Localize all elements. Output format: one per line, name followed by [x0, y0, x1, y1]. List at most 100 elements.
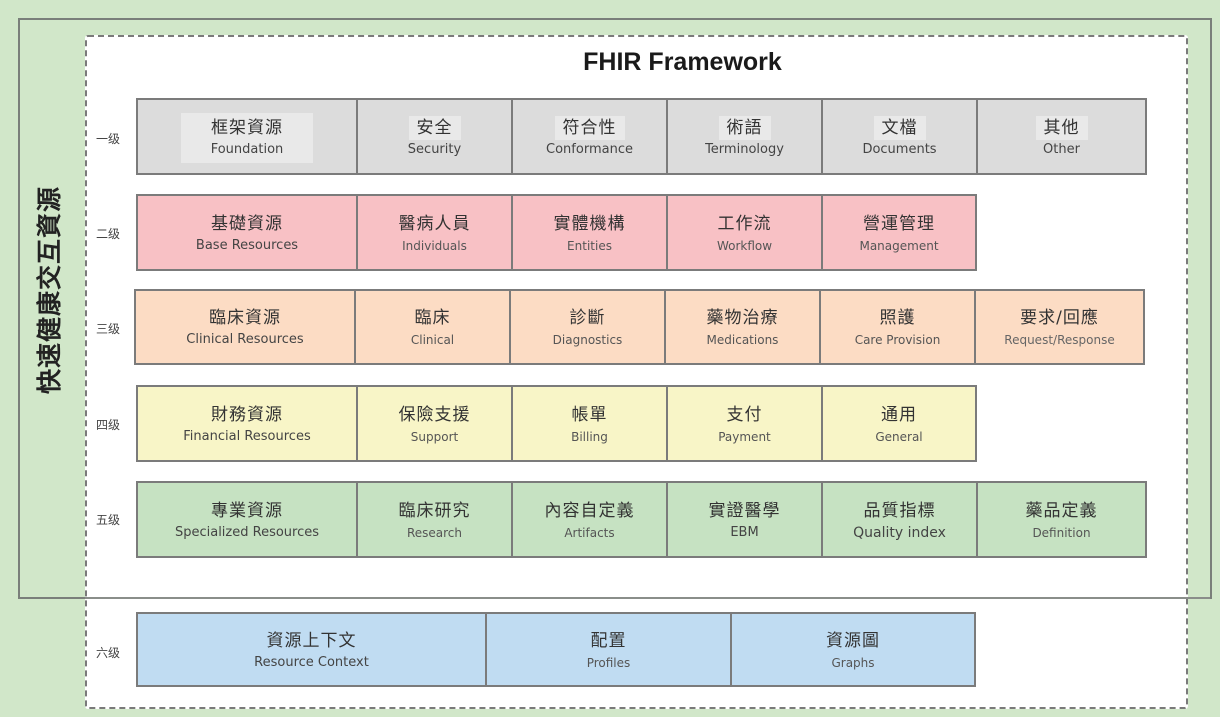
cell-resource-context[interactable]: 資源上下文 Resource Context: [138, 614, 487, 685]
cell-foundation[interactable]: 框架資源 Foundation: [138, 100, 358, 173]
level-label-4: 四级: [96, 418, 121, 432]
cell-zh: 其他: [1035, 115, 1088, 140]
cell-graphs[interactable]: 資源圖 Graphs: [732, 614, 974, 685]
cell-en: Payment: [718, 429, 771, 444]
cell-en: General: [875, 429, 923, 444]
cell-en: Graphs: [831, 655, 875, 670]
cell-zh: 專業資源: [211, 500, 283, 521]
cell-zh: 資源圖: [826, 630, 880, 651]
cell-en: Financial Resources: [183, 428, 311, 444]
cell-zh: 文檔: [873, 115, 926, 140]
cell-zh: 臨床資源: [209, 308, 281, 328]
cell-zh: 基礎資源: [211, 213, 283, 234]
cell-zh: 內容自定義: [544, 500, 635, 521]
cell-general[interactable]: 通用 General: [823, 387, 975, 460]
cell-en: Definition: [1032, 525, 1091, 540]
cell-en: Artifacts: [564, 525, 615, 540]
cell-en: Documents: [862, 141, 937, 157]
cell-en: Research: [406, 525, 463, 540]
cell-billing[interactable]: 帳單 Billing: [513, 387, 668, 460]
cell-en: Care Provision: [854, 333, 941, 347]
level-label-2: 二级: [96, 227, 121, 241]
cell-en: Management: [859, 238, 939, 253]
level-label-3: 三级: [96, 322, 121, 336]
cell-en: Clinical: [410, 333, 455, 347]
cell-entities[interactable]: 實體機構 Entities: [513, 196, 668, 269]
cell-medications[interactable]: 藥物治療 Medications: [666, 291, 821, 363]
cell-zh: 資源上下文: [266, 630, 357, 651]
cell-en: EBM: [730, 524, 759, 540]
cell-zh: 藥物治療: [706, 308, 779, 328]
frame-divider: [85, 597, 1212, 599]
level-row-6: 資源上下文 Resource Context 配置 Profiles 資源圖 G…: [136, 612, 976, 687]
cell-zh: 照護: [879, 308, 916, 328]
cell-payment[interactable]: 支付 Payment: [668, 387, 823, 460]
cell-workflow[interactable]: 工作流 Workflow: [668, 196, 823, 269]
cell-zh: 要求/回應: [1020, 308, 1099, 328]
cell-zh: 支付: [726, 404, 763, 425]
cell-zh: 財務資源: [211, 404, 283, 425]
cell-artifacts[interactable]: 內容自定義 Artifacts: [513, 483, 668, 556]
cell-en: Entities: [567, 238, 612, 253]
cell-en: Profiles: [586, 655, 631, 670]
cell-security[interactable]: 安全 Security: [358, 100, 513, 173]
cell-zh: 帳單: [571, 404, 608, 425]
cell-zh: 框架資源: [210, 117, 283, 138]
cell-en: Medications: [706, 333, 779, 347]
cell-en: Security: [407, 141, 462, 157]
cell-terminology[interactable]: 術語 Terminology: [668, 100, 823, 173]
level-row-3: 臨床資源 Clinical Resources 臨床 Clinical 診斷 D…: [134, 289, 1145, 365]
cell-diagnostics[interactable]: 診斷 Diagnostics: [511, 291, 666, 363]
cell-en: Base Resources: [195, 237, 299, 253]
cell-request-response[interactable]: 要求/回應 Request/Response: [976, 291, 1143, 363]
cell-zh: 臨床: [414, 308, 451, 328]
cell-zh: 營運管理: [863, 213, 935, 234]
cell-clinical[interactable]: 臨床 Clinical: [356, 291, 511, 363]
level-label-6: 六级: [96, 646, 121, 660]
cell-research[interactable]: 臨床研究 Research: [358, 483, 513, 556]
cell-conformance[interactable]: 符合性 Conformance: [513, 100, 668, 173]
cell-en: Terminology: [705, 141, 784, 157]
cell-specialized-resources[interactable]: 專業資源 Specialized Resources: [138, 483, 358, 556]
cell-clinical-resources[interactable]: 臨床資源 Clinical Resources: [136, 291, 356, 363]
cell-financial-resources[interactable]: 財務資源 Financial Resources: [138, 387, 358, 460]
level-row-4: 財務資源 Financial Resources 保險支援 Support 帳單…: [136, 385, 977, 462]
cell-en: Clinical Resources: [186, 332, 304, 347]
level-label-5: 五级: [96, 513, 121, 527]
cell-zh: 診斷: [569, 308, 606, 328]
side-label-text: 快速健康交互資源: [35, 185, 65, 395]
cell-en: Specialized Resources: [174, 524, 320, 540]
level-label-1: 一级: [96, 132, 121, 146]
cell-definition[interactable]: 藥品定義 Definition: [978, 483, 1145, 556]
cell-care-provision[interactable]: 照護 Care Provision: [821, 291, 976, 363]
cell-zh: 品質指標: [863, 500, 936, 521]
cell-en: Resource Context: [254, 654, 369, 670]
cell-zh: 符合性: [554, 115, 625, 140]
cell-management[interactable]: 營運管理 Management: [823, 196, 975, 269]
cell-individuals[interactable]: 醫病人員 Individuals: [358, 196, 513, 269]
cell-zh: 安全: [408, 115, 461, 140]
frame-right-edge: [1210, 18, 1212, 599]
cell-other[interactable]: 其他 Other: [978, 100, 1145, 173]
cell-documents[interactable]: 文檔 Documents: [823, 100, 978, 173]
cell-zh: 藥品定義: [1025, 500, 1098, 521]
cell-en: Workflow: [716, 238, 773, 253]
cell-profiles[interactable]: 配置 Profiles: [487, 614, 732, 685]
cell-en: Conformance: [546, 141, 633, 157]
cell-en: Other: [1043, 141, 1080, 157]
cell-zh: 實證醫學: [708, 500, 781, 521]
cell-quality-index[interactable]: 品質指標 Quality index: [823, 483, 978, 556]
cell-ebm[interactable]: 實證醫學 EBM: [668, 483, 823, 556]
cell-base-resources[interactable]: 基礎資源 Base Resources: [138, 196, 358, 269]
side-label: 快速健康交互資源: [22, 160, 74, 420]
cell-en: Quality index: [853, 524, 946, 541]
diagram-title: FHIR Framework: [583, 48, 782, 76]
level-row-5: 專業資源 Specialized Resources 臨床研究 Research…: [136, 481, 1147, 558]
cell-zh: 保險支援: [398, 404, 471, 425]
cell-support[interactable]: 保險支援 Support: [358, 387, 513, 460]
level-row-2: 基礎資源 Base Resources 醫病人員 Individuals 實體機…: [136, 194, 977, 271]
cell-en: Individuals: [402, 238, 467, 253]
level-row-1: 框架資源 Foundation 安全 Security 符合性 Conforma…: [136, 98, 1147, 175]
cell-en: Support: [410, 429, 459, 444]
cell-zh: 實體機構: [553, 213, 626, 234]
